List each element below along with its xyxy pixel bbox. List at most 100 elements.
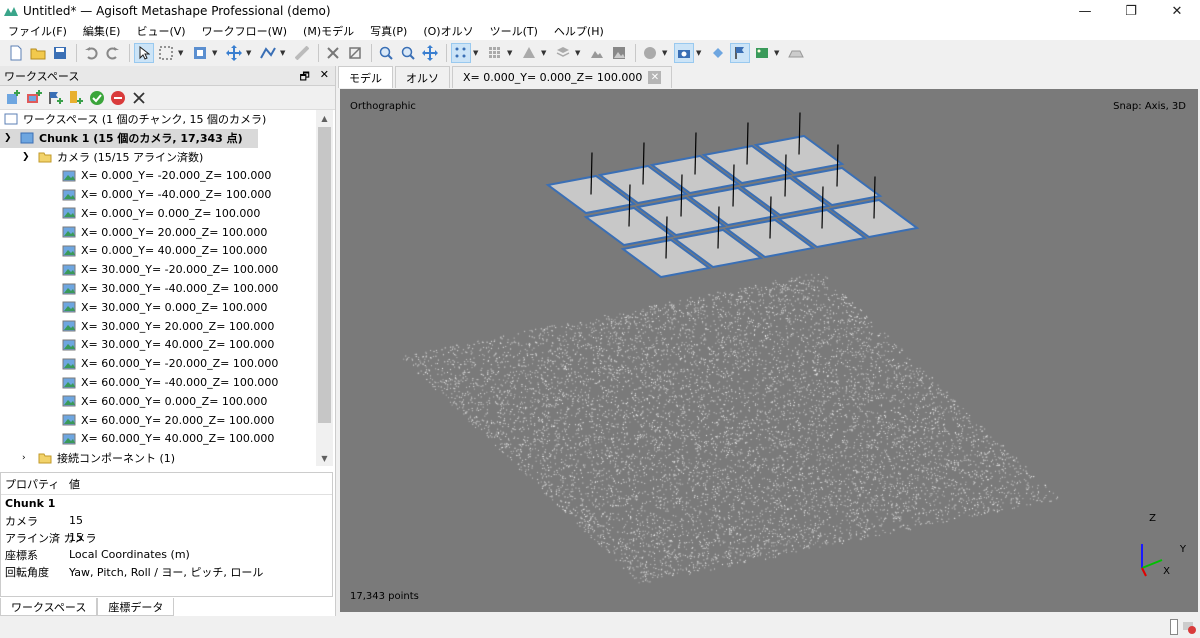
menu-photo[interactable]: 写真(P) — [362, 23, 415, 39]
add-shapes-icon[interactable] — [67, 89, 85, 107]
chevron-down-icon[interactable]: ❯ — [4, 133, 20, 143]
camera-list-item[interactable]: X= 0.000_Y= 0.000_Z= 100.000 — [0, 204, 316, 223]
tab-model[interactable]: モデル — [338, 66, 393, 88]
point-cloud-icon[interactable] — [451, 43, 471, 63]
redo-icon[interactable] — [103, 43, 123, 63]
float-panel-icon[interactable]: 🗗 — [299, 68, 309, 87]
rectangle-selection-icon[interactable] — [156, 43, 176, 63]
camera-list-item[interactable]: X= 0.000_Y= -20.000_Z= 100.000 — [0, 166, 316, 185]
close-tab-icon[interactable]: ✕ — [648, 71, 662, 84]
ruler-icon[interactable] — [292, 43, 312, 63]
menu-ortho[interactable]: (O)オルソ — [415, 23, 481, 39]
show-region-icon[interactable] — [786, 43, 806, 63]
show-markers-icon[interactable] — [730, 43, 750, 63]
menu-edit[interactable]: 編集(E) — [75, 23, 129, 39]
tiled-model-icon[interactable] — [553, 43, 573, 63]
dropdown-arrow-icon[interactable]: ▼ — [575, 49, 583, 57]
draw-polyline-icon[interactable] — [258, 43, 278, 63]
camera-list-item[interactable]: X= 0.000_Y= 40.000_Z= 100.000 — [0, 242, 316, 261]
menu-help[interactable]: ヘルプ(H) — [546, 23, 612, 39]
resize-region-icon[interactable] — [190, 43, 210, 63]
camera-list-item[interactable]: X= 30.000_Y= -40.000_Z= 100.000 — [0, 279, 316, 298]
dem-icon[interactable] — [587, 43, 607, 63]
camera-list-item[interactable]: X= 30.000_Y= 0.000_Z= 100.000 — [0, 298, 316, 317]
dropdown-arrow-icon[interactable]: ▼ — [212, 49, 220, 57]
camera-list-item[interactable]: X= 60.000_Y= 40.000_Z= 100.000 — [0, 430, 316, 449]
scroll-up-icon[interactable]: ▲ — [316, 110, 333, 126]
tree-scrollbar[interactable]: ▲ ▼ — [316, 110, 333, 466]
close-window-button[interactable]: ✕ — [1154, 0, 1200, 22]
dropdown-arrow-icon[interactable]: ▼ — [178, 49, 186, 57]
dropdown-arrow-icon[interactable]: ▼ — [696, 49, 704, 57]
show-images-icon[interactable] — [752, 43, 772, 63]
minimize-button[interactable]: — — [1062, 0, 1108, 22]
mesh-shaded-icon[interactable] — [519, 43, 539, 63]
undo-icon[interactable] — [81, 43, 101, 63]
remove-items-icon[interactable] — [130, 89, 148, 107]
show-cameras-icon[interactable] — [674, 43, 694, 63]
tab-reference[interactable]: 座標データ — [97, 598, 175, 616]
camera-list-item[interactable]: X= 60.000_Y= 20.000_Z= 100.000 — [0, 411, 316, 430]
camera-list-item[interactable]: X= 30.000_Y= 40.000_Z= 100.000 — [0, 336, 316, 355]
grid-model-icon[interactable] — [485, 43, 505, 63]
photo-icon — [62, 301, 76, 313]
tab-ortho[interactable]: オルソ — [395, 66, 450, 88]
camera-list-item[interactable]: X= 0.000_Y= 20.000_Z= 100.000 — [0, 223, 316, 242]
main-toolbar: ▼ ▼ ▼ ▼ ▼ ▼ ▼ ▼ ▼ ▼ ▼ — [0, 40, 1200, 66]
camera-list-item[interactable]: X= 60.000_Y= 0.000_Z= 100.000 — [0, 392, 316, 411]
menu-workflow[interactable]: ワークフロー(W) — [194, 23, 295, 39]
tree-cameras-folder[interactable]: ❯ カメラ (15/15 アライン済数) — [0, 148, 316, 167]
new-file-icon[interactable] — [6, 43, 26, 63]
crop-selection-icon[interactable] — [345, 43, 365, 63]
menu-tools[interactable]: ツール(T) — [482, 23, 546, 39]
menu-file[interactable]: ファイル(F) — [0, 23, 75, 39]
delete-selection-icon[interactable] — [323, 43, 343, 63]
tab-photo-label: X= 0.000_Y= 0.000_Z= 100.000 — [463, 71, 643, 84]
tree-root-workspace[interactable]: ワークスペース (1 個のチャンク, 15 個のカメラ) — [0, 110, 316, 129]
camera-list-item[interactable]: X= 60.000_Y= -40.000_Z= 100.000 — [0, 373, 316, 392]
model-viewport[interactable]: Orthographic Snap: Axis, 3D 17,343 point… — [340, 89, 1198, 612]
sphere-shading-icon[interactable] — [640, 43, 660, 63]
menu-view[interactable]: ビュー(V) — [128, 23, 193, 39]
camera-list-item[interactable]: X= 30.000_Y= 20.000_Z= 100.000 — [0, 317, 316, 336]
add-markers-icon[interactable] — [46, 89, 64, 107]
disable-icon[interactable] — [109, 89, 127, 107]
menu-model[interactable]: (M)モデル — [295, 23, 362, 39]
maximize-button[interactable]: ❐ — [1108, 0, 1154, 22]
move-object-icon[interactable] — [224, 43, 244, 63]
tab-workspace[interactable]: ワークスペース — [0, 598, 98, 616]
tab-photo[interactable]: X= 0.000_Y= 0.000_Z= 100.000 ✕ — [452, 66, 673, 88]
show-shapes-icon[interactable] — [708, 43, 728, 63]
camera-list-item[interactable]: X= 30.000_Y= -20.000_Z= 100.000 — [0, 260, 316, 279]
dropdown-arrow-icon[interactable]: ▼ — [541, 49, 549, 57]
zoom-out-icon[interactable] — [398, 43, 418, 63]
property-column-header[interactable]: プロパティ — [1, 476, 69, 492]
value-column-header[interactable]: 値 — [69, 476, 80, 492]
camera-list-item[interactable]: X= 60.000_Y= -20.000_Z= 100.000 — [0, 354, 316, 373]
dropdown-arrow-icon[interactable]: ▼ — [473, 49, 481, 57]
dropdown-arrow-icon[interactable]: ▼ — [662, 49, 670, 57]
chevron-right-icon[interactable]: › — [22, 453, 38, 463]
navigation-cursor-icon[interactable] — [134, 43, 154, 63]
add-chunk-icon[interactable] — [4, 89, 22, 107]
open-folder-icon[interactable] — [28, 43, 48, 63]
ortho-image-icon[interactable] — [609, 43, 629, 63]
pan-view-icon[interactable] — [420, 43, 440, 63]
scroll-down-icon[interactable]: ▼ — [316, 450, 333, 466]
camera-list-item[interactable]: X= 0.000_Y= -40.000_Z= 100.000 — [0, 185, 316, 204]
dropdown-arrow-icon[interactable]: ▼ — [280, 49, 288, 57]
dropdown-arrow-icon[interactable]: ▼ — [507, 49, 515, 57]
close-panel-icon[interactable]: ✕ — [320, 68, 329, 87]
enable-check-icon[interactable] — [88, 89, 106, 107]
save-icon[interactable] — [50, 43, 70, 63]
tree-chunk[interactable]: ❯ Chunk 1 (15 個のカメラ, 17,343 点) — [0, 128, 258, 148]
tree-components-folder[interactable]: › 接続コンポーネント (1) — [0, 448, 316, 466]
dropdown-arrow-icon[interactable]: ▼ — [246, 49, 254, 57]
camera-label: X= 0.000_Y= -40.000_Z= 100.000 — [81, 188, 272, 202]
chevron-down-icon[interactable]: ❯ — [22, 152, 38, 162]
scrollbar-thumb[interactable] — [318, 127, 331, 423]
notification-icon[interactable] — [1182, 620, 1196, 634]
add-photos-icon[interactable] — [25, 89, 43, 107]
zoom-in-icon[interactable] — [376, 43, 396, 63]
dropdown-arrow-icon[interactable]: ▼ — [774, 49, 782, 57]
